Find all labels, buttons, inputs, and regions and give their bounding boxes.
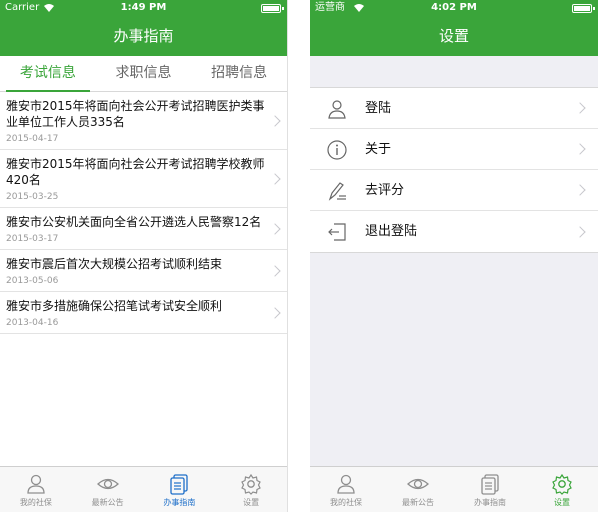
- tabbar-label: 我的社保: [19, 498, 52, 507]
- status-bar: Carrier 1:49 PM: [0, 0, 287, 16]
- eye-icon: [407, 478, 429, 490]
- tabbar-latest-notices[interactable]: 最新公告: [382, 467, 454, 512]
- category-tabs: 考试信息 求职信息 招聘信息: [0, 56, 287, 92]
- settings-label: 登陆: [365, 101, 392, 116]
- tab-recruitment[interactable]: 招聘信息: [191, 56, 287, 91]
- info-icon: [327, 140, 347, 160]
- tabbar-guide[interactable]: 办事指南: [454, 467, 526, 512]
- news-date: 2015-03-17: [6, 234, 59, 244]
- list-item[interactable]: 雅安市公安机关面向全省公开遴选人民警察12名 2015-03-17: [0, 208, 287, 250]
- status-time: 1:49 PM: [120, 2, 167, 13]
- news-title: 雅安市多措施确保公招笔试考试安全顺利: [6, 299, 223, 313]
- battery-icon: [261, 4, 281, 13]
- page-title: 设置: [310, 16, 598, 56]
- news-list: 雅安市2015年将面向社会公开考试招聘医护类事业单位工作人员335名 2015-…: [0, 92, 287, 334]
- page-title: 办事指南: [0, 16, 287, 56]
- chevron-right-icon: [269, 114, 281, 127]
- tabbar-label: 设置: [554, 498, 570, 507]
- tabbar-label: 设置: [243, 498, 260, 507]
- tabbar-settings[interactable]: 设置: [526, 467, 598, 512]
- tabbar-label: 最新公告: [91, 498, 124, 507]
- list-item[interactable]: 雅安市2015年将面向社会公开考试招聘医护类事业单位工作人员335名 2015-…: [0, 92, 287, 150]
- user-icon: [328, 100, 346, 119]
- settings-label: 关于: [365, 142, 392, 157]
- news-date: 2013-04-16: [6, 318, 59, 328]
- chevron-right-icon: [574, 143, 586, 155]
- gear-icon: [552, 473, 572, 495]
- chevron-right-icon: [269, 172, 281, 185]
- settings-label: 退出登陆: [365, 224, 418, 239]
- news-title: 雅安市2015年将面向社会公开考试招聘学校教师420名: [6, 157, 265, 187]
- bottom-tab-bar: 我的社保 最新公告 办事指南 设置: [310, 466, 598, 512]
- news-date: 2015-04-17: [6, 134, 59, 144]
- documents-icon: [170, 474, 189, 495]
- tabbar-settings[interactable]: 设置: [215, 467, 287, 512]
- list-item[interactable]: 雅安市2015年将面向社会公开考试招聘学校教师420名 2015-03-25: [0, 150, 287, 208]
- tabbar-latest-notices[interactable]: 最新公告: [72, 467, 144, 512]
- settings-label: 去评分: [365, 183, 405, 198]
- news-title: 雅安市2015年将面向社会公开考试招聘医护类事业单位工作人员335名: [6, 99, 265, 129]
- guide-screen: Carrier 1:49 PM 办事指南 考试信息 求职信息 招聘信息 雅安市2…: [0, 0, 288, 512]
- tabbar-my-insurance[interactable]: 我的社保: [0, 467, 72, 512]
- bottom-tab-bar: 我的社保 最新公告 办事指南 设置: [0, 466, 287, 512]
- settings-rate[interactable]: 去评分: [310, 170, 598, 211]
- tab-job-seeking[interactable]: 求职信息: [96, 56, 192, 91]
- list-item[interactable]: 雅安市震后首次大规模公招考试顺利结束 2013-05-06: [0, 250, 287, 292]
- eye-icon: [96, 478, 119, 490]
- user-icon: [27, 474, 45, 494]
- tabbar-label: 办事指南: [474, 498, 506, 507]
- gear-icon: [241, 473, 261, 495]
- news-date: 2013-05-06: [6, 276, 59, 286]
- chevron-right-icon: [269, 264, 281, 277]
- settings-list: 登陆 关于 去评分 退出登陆: [310, 87, 598, 253]
- documents-icon: [481, 474, 499, 495]
- tabbar-label: 办事指南: [163, 498, 196, 507]
- tabbar-my-insurance[interactable]: 我的社保: [310, 467, 382, 512]
- tabbar-guide[interactable]: 办事指南: [144, 467, 216, 512]
- list-item[interactable]: 雅安市多措施确保公招笔试考试安全顺利 2013-04-16: [0, 292, 287, 334]
- battery-icon: [572, 4, 592, 13]
- user-icon: [337, 474, 355, 494]
- status-bar: 运营商 4:02 PM: [310, 0, 598, 16]
- chevron-right-icon: [574, 184, 586, 196]
- news-title: 雅安市公安机关面向全省公开遴选人民警察12名: [6, 215, 262, 229]
- tabbar-label: 我的社保: [330, 498, 362, 507]
- news-title: 雅安市震后首次大规模公招考试顺利结束: [6, 257, 223, 271]
- news-date: 2015-03-25: [6, 192, 59, 202]
- app-screenshots: Carrier 1:49 PM 办事指南 考试信息 求职信息 招聘信息 雅安市2…: [0, 0, 599, 512]
- chevron-right-icon: [574, 102, 586, 114]
- chevron-right-icon: [574, 225, 586, 238]
- chevron-right-icon: [269, 222, 281, 235]
- settings-login[interactable]: 登陆: [310, 88, 598, 129]
- chevron-right-icon: [269, 306, 281, 319]
- tab-exam-info[interactable]: 考试信息: [0, 56, 96, 92]
- status-time: 4:02 PM: [431, 2, 477, 13]
- tabbar-label: 最新公告: [402, 498, 434, 507]
- settings-logout[interactable]: 退出登陆: [310, 211, 598, 252]
- pen-icon: [328, 182, 346, 201]
- settings-screen: 运营商 4:02 PM 设置 登陆 关于 去评分 退出登陆 我的社保 最新公告 …: [310, 0, 598, 512]
- settings-about[interactable]: 关于: [310, 129, 598, 170]
- logout-icon: [328, 223, 346, 241]
